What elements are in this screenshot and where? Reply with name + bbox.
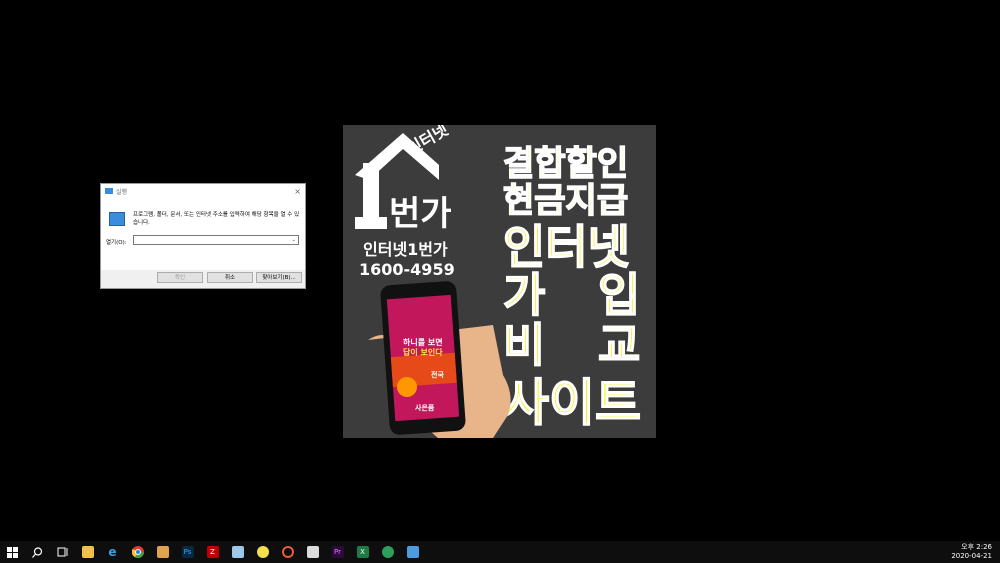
people-button[interactable] (150, 541, 175, 563)
start-button[interactable] (0, 541, 25, 563)
task-view-icon (57, 547, 67, 557)
excel-button[interactable]: X (350, 541, 375, 563)
chevron-down-icon[interactable]: ⌄ (292, 237, 296, 243)
notepad-button[interactable] (225, 541, 250, 563)
windows-start-icon (7, 546, 18, 558)
premiere-button[interactable]: Pr (325, 541, 350, 563)
edge-icon: e (108, 545, 117, 559)
photos-icon (306, 546, 319, 558)
headline-join-1: 가 (503, 268, 545, 322)
headline-cash: 현금지급 (503, 181, 628, 221)
maps-icon (381, 546, 394, 558)
brand-name: 인터넷1번가 (363, 240, 448, 259)
run-dialog-footer: 확인 취소 찾아보기(B)... (101, 268, 305, 288)
cancel-button[interactable]: 취소 (207, 272, 253, 283)
phone-number: 1600-4959 (359, 260, 455, 279)
photoshop-icon: Ps (181, 546, 194, 558)
headline-discount: 결합할인 (503, 144, 628, 184)
filezilla-button[interactable]: Z (200, 541, 225, 563)
phone-screen-text-3: 전국 (431, 370, 444, 379)
search-button[interactable] (25, 541, 50, 563)
browse-button[interactable]: 찾아보기(B)... (256, 272, 302, 283)
photos-button[interactable] (300, 541, 325, 563)
hand-phone-image: 하니를 보면 답이 보인다 전국 사은품 (368, 281, 511, 438)
logo-big-text: 번가 (389, 194, 452, 234)
phone-screen-text-1: 하니를 보면 (403, 337, 443, 347)
clock-time: 오후 2:26 (961, 543, 992, 551)
photoshop-button[interactable]: Ps (175, 541, 200, 563)
run-dialog: 실행 × 프로그램, 폴더, 문서, 또는 인터넷 주소를 입력하여 해당 항목… (100, 183, 306, 289)
chrome-icon (131, 546, 144, 558)
headline-internet: 인터넷 (503, 220, 630, 274)
ok-button[interactable]: 확인 (157, 272, 203, 283)
logo-small-text: 인터넷 (404, 125, 452, 158)
clock-date: 2020-04-21 (951, 552, 992, 560)
advertisement-image: 인터넷 번가 인터넷1번가 1600-4959 결합할인 현금지급 인터넷 가 … (343, 125, 656, 438)
close-icon[interactable]: × (294, 187, 301, 196)
open-input[interactable]: ⌄ (133, 235, 299, 245)
sticky-app-icon (256, 546, 269, 558)
circle-app-icon (281, 546, 294, 558)
system-clock[interactable]: 오후 2:26 2020-04-21 (951, 543, 992, 561)
run-dialog-titlebar[interactable]: 실행 × (101, 184, 305, 198)
notepad-icon (231, 546, 244, 558)
headline-site: 사이트 (503, 374, 641, 432)
app-yellow-button[interactable] (250, 541, 275, 563)
excel-icon: X (356, 546, 369, 558)
people-icon (156, 546, 169, 558)
run-description: 프로그램, 폴더, 문서, 또는 인터넷 주소를 입력하여 해당 항목을 열 수… (133, 212, 300, 226)
phone-screen-text-2: 답이 보인다 (403, 347, 443, 357)
run-dialog-body: 프로그램, 폴더, 문서, 또는 인터넷 주소를 입력하여 해당 항목을 열 수… (101, 198, 305, 270)
chrome-button[interactable] (125, 541, 150, 563)
phone-screen-text-4: 사은품 (415, 403, 435, 412)
run-app-icon (109, 212, 125, 226)
file-explorer-button[interactable] (75, 541, 100, 563)
search-icon (32, 546, 43, 558)
headline-compare-1: 비 (503, 318, 545, 372)
app-circle-button[interactable] (275, 541, 300, 563)
taskbar: e Ps Z Pr X 오후 2:26 2020-04-21 (0, 541, 1000, 563)
task-view-button[interactable] (50, 541, 75, 563)
monitor-button[interactable] (400, 541, 425, 563)
monitor-icon (406, 546, 419, 558)
maps-button[interactable] (375, 541, 400, 563)
run-dialog-title: 실행 (116, 188, 128, 196)
run-icon (105, 188, 113, 194)
premiere-icon: Pr (331, 546, 344, 558)
headline-compare-2: 교 (598, 318, 640, 372)
folder-icon (81, 546, 94, 558)
filezilla-icon: Z (206, 546, 219, 558)
headline-join-2: 입 (598, 268, 640, 322)
open-label: 열기(O): (106, 240, 127, 246)
edge-button[interactable]: e (100, 541, 125, 563)
